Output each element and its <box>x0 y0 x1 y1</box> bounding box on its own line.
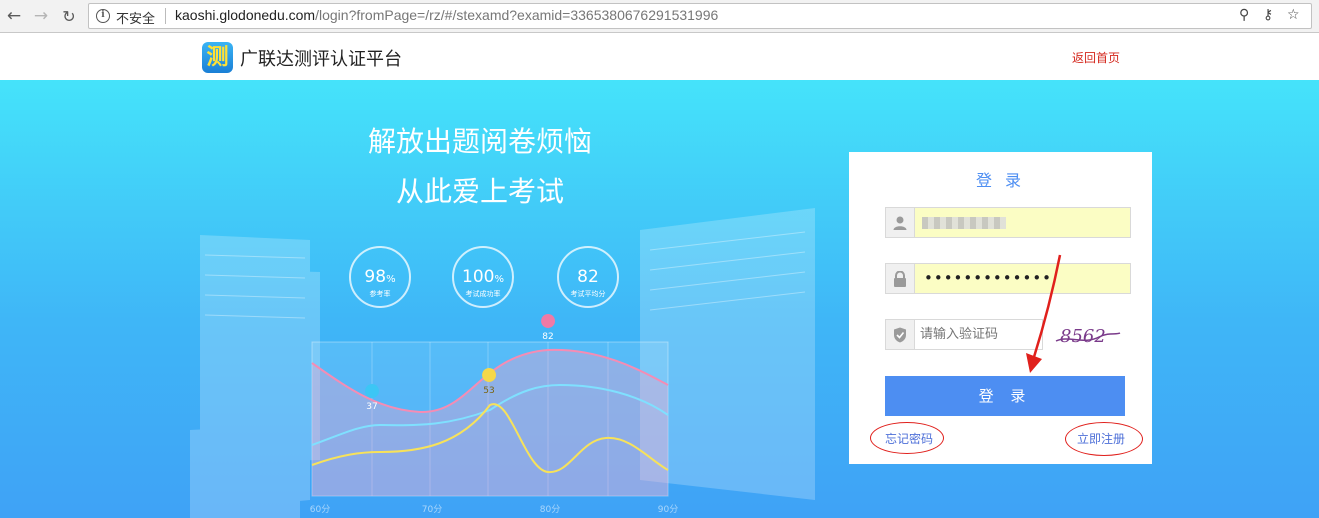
address-bar[interactable]: i 不安全 kaoshi.glodonedu.com/login?fromPag… <box>88 3 1312 29</box>
chart-marker-label-53: 53 <box>483 386 494 396</box>
login-card: 登 录 ••••••••••••• 8562 登 录 忘记密码 立即注册 <box>849 152 1152 464</box>
security-label[interactable]: 不安全 <box>116 8 155 27</box>
annotation-circle-forgot <box>870 422 944 454</box>
x-tick-70: 70分 <box>422 504 442 515</box>
site-header: 测 广联达测评认证平台 返回首页 <box>0 33 1319 80</box>
stat-label-3: 考试平均分 <box>571 289 606 298</box>
x-tick-90: 90分 <box>658 504 678 515</box>
login-title: 登 录 <box>975 171 1026 190</box>
shield-icon <box>886 320 915 349</box>
zoom-icon[interactable]: ⚲ <box>1239 7 1249 23</box>
forward-arrow-icon[interactable]: → <box>30 5 52 27</box>
stat-value-3: 82 <box>577 267 599 287</box>
url-host: kaoshi.glodonedu.com <box>175 7 316 23</box>
user-icon <box>886 208 915 237</box>
stat-label-1: 参考率 <box>370 289 391 298</box>
chart-marker-label-82: 82 <box>542 332 553 342</box>
browser-toolbar: ← → ↻ i 不安全 kaoshi.glodonedu.com/login?f… <box>0 0 1319 33</box>
stat-value-1: 98% <box>364 267 395 287</box>
url-text[interactable]: kaoshi.glodonedu.com/login?fromPage=/rz/… <box>175 7 718 23</box>
x-tick-80: 80分 <box>540 504 560 515</box>
slogan-line-2: 从此爱上考试 <box>395 175 564 208</box>
password-field[interactable]: ••••••••••••• <box>885 263 1131 294</box>
url-path: /login?fromPage=/rz/#/stexamd?examid=336… <box>315 7 719 23</box>
slogan-line-1: 解放出题阅卷烦恼 <box>367 125 592 158</box>
site-name: 广联达测评认证平台 <box>240 49 402 70</box>
back-arrow-icon[interactable]: ← <box>3 5 25 27</box>
key-icon[interactable]: ⚷ <box>1263 7 1273 23</box>
annotation-arrow-icon <box>1026 254 1062 373</box>
info-icon[interactable]: i <box>96 9 110 23</box>
chart-marker-label-37: 37 <box>366 402 377 412</box>
logo-icon[interactable]: 测 <box>202 42 233 73</box>
reload-icon[interactable]: ↻ <box>58 5 80 27</box>
username-blurred-value <box>922 217 1006 229</box>
stat-value-2: 100% <box>462 267 504 287</box>
lock-icon <box>886 264 915 293</box>
star-icon[interactable]: ☆ <box>1287 7 1300 23</box>
username-field[interactable] <box>885 207 1131 238</box>
stat-label-2: 考试成功率 <box>466 289 501 298</box>
annotation-circle-register <box>1065 422 1143 456</box>
home-link[interactable]: 返回首页 <box>1072 49 1120 66</box>
address-separator <box>165 8 166 24</box>
x-tick-60: 60分 <box>310 504 330 515</box>
login-button[interactable]: 登 录 <box>885 376 1125 416</box>
